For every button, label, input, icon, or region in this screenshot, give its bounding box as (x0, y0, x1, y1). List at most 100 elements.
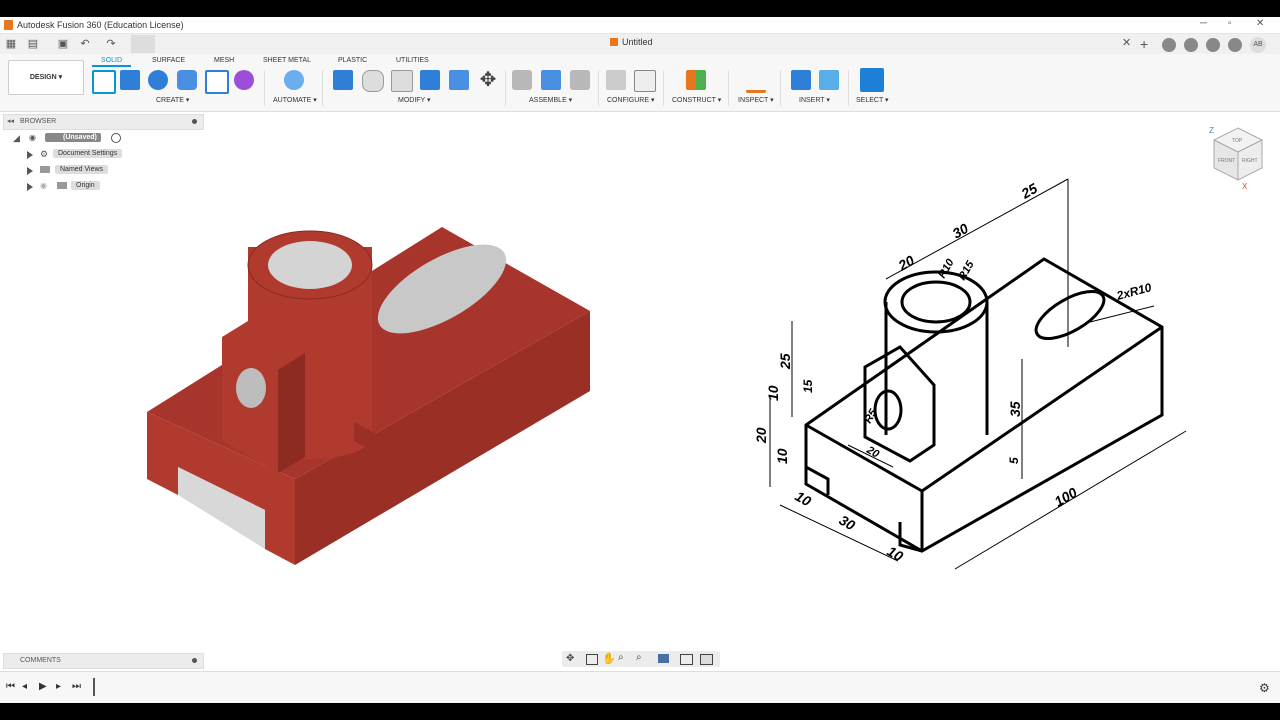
group-configure[interactable]: CONFIGURE ▾ (607, 96, 654, 104)
browser-root-row[interactable]: ◢ ◉ (Unsaved) (3, 132, 202, 146)
eye-icon[interactable]: ◉ (40, 181, 47, 190)
go-to-end-icon[interactable]: ⏭ (72, 681, 81, 692)
viewcube-front-label: FRONT (1218, 158, 1235, 164)
display-settings-icon[interactable] (658, 654, 669, 663)
create-sketch-icon[interactable] (92, 70, 116, 94)
expand-icon[interactable] (27, 151, 33, 159)
eye-icon[interactable]: ◉ (29, 133, 36, 142)
joint-icon[interactable] (512, 70, 532, 90)
automate-icon[interactable] (284, 70, 304, 90)
pin-icon[interactable] (192, 119, 197, 124)
fillet-icon[interactable] (362, 70, 384, 92)
design-workspace-button[interactable]: DESIGN ▾ (8, 60, 84, 95)
tab-mesh[interactable]: MESH (214, 57, 234, 64)
extensions-icon[interactable] (1162, 37, 1176, 52)
close-window-icon[interactable]: ✕ (1256, 18, 1264, 29)
tab-solid[interactable]: SOLID (92, 57, 132, 67)
redo-icon[interactable]: ↷ (104, 37, 118, 51)
group-create[interactable]: CREATE ▾ (156, 96, 189, 104)
separator (598, 70, 599, 106)
timeline-marker[interactable] (93, 678, 95, 696)
as-built-joint-icon[interactable] (570, 70, 590, 90)
insert-image-icon[interactable] (819, 70, 839, 90)
tab-surface[interactable]: SURFACE (152, 57, 185, 64)
browser-item-origin[interactable]: ◉ Origin (3, 180, 202, 194)
collapse-icon[interactable]: ◂◂ (7, 117, 14, 125)
group-select[interactable]: SELECT ▾ (856, 96, 889, 104)
folder-icon (40, 166, 50, 173)
revolve-icon[interactable] (148, 70, 168, 90)
dim-label: 20 (753, 427, 769, 444)
shell-icon[interactable] (420, 70, 440, 90)
help-icon[interactable] (1228, 37, 1242, 52)
close-tab-icon[interactable]: ✕ (1122, 36, 1131, 49)
avatar[interactable]: AB (1250, 36, 1266, 53)
group-modify[interactable]: MODIFY ▾ (398, 96, 431, 104)
chamfer-icon[interactable] (391, 70, 413, 92)
configure-icon[interactable] (606, 70, 626, 90)
browser-root[interactable]: (Unsaved) (45, 133, 101, 142)
expand-icon[interactable]: ◢ (13, 133, 20, 144)
job-status-icon[interactable] (1184, 37, 1198, 52)
step-back-icon[interactable]: ◂ (22, 681, 27, 692)
browser-header[interactable]: ◂◂ BROWSER (3, 114, 204, 130)
red-model[interactable] (147, 227, 590, 565)
group-automate[interactable]: AUTOMATE ▾ (273, 96, 317, 104)
document-tab[interactable]: Untitled (610, 37, 653, 47)
viewports-icon[interactable] (700, 654, 713, 665)
tab-plastic[interactable]: PLASTIC (338, 57, 367, 64)
group-assemble[interactable]: ASSEMBLE ▾ (529, 96, 572, 104)
viewcube-right-label: RIGHT (1242, 158, 1258, 164)
hole-icon[interactable] (177, 70, 197, 90)
construct-plane-icon[interactable] (686, 70, 706, 90)
add-comment-icon[interactable] (192, 658, 197, 663)
file-menu-icon[interactable]: ▤ (26, 37, 40, 51)
extrude-icon[interactable] (120, 70, 140, 90)
separator (780, 70, 781, 106)
activate-icon[interactable] (111, 133, 121, 143)
title-bar: Autodesk Fusion 360 (Education License) … (0, 17, 1280, 34)
undo-icon[interactable]: ↶ (78, 37, 92, 51)
expand-icon[interactable] (27, 167, 33, 175)
dim-label: 20 (895, 252, 918, 274)
new-component-icon[interactable] (541, 70, 561, 90)
zoom-icon[interactable]: ⌕ (618, 652, 624, 663)
notifications-icon[interactable] (1206, 37, 1220, 52)
group-inspect[interactable]: INSPECT ▾ (738, 96, 774, 104)
pattern-icon[interactable] (205, 70, 229, 94)
look-at-icon[interactable] (586, 654, 598, 665)
orbit-icon[interactable]: ✥ (566, 653, 574, 664)
browser-item-document-settings[interactable]: ⚙ Document Settings (3, 148, 202, 162)
select-icon[interactable] (860, 68, 884, 92)
combine-icon[interactable] (449, 70, 469, 90)
press-pull-icon[interactable] (333, 70, 353, 90)
home-tab[interactable] (131, 35, 155, 53)
form-icon[interactable] (234, 70, 254, 90)
maximize-icon[interactable]: ▫ (1228, 18, 1232, 29)
group-construct[interactable]: CONSTRUCT ▾ (672, 96, 721, 104)
comments-panel[interactable]: COMMENTS (3, 653, 204, 669)
go-to-start-icon[interactable]: ⏮ (6, 681, 15, 692)
expand-icon[interactable] (27, 183, 33, 191)
table-icon[interactable] (634, 70, 656, 92)
save-icon[interactable]: ▣ (56, 37, 70, 51)
tab-utilities[interactable]: UTILITIES (396, 57, 429, 64)
apps-grid-icon[interactable]: ▦ (4, 37, 18, 51)
timeline-settings-icon[interactable]: ⚙ (1259, 681, 1270, 695)
group-insert[interactable]: INSERT ▾ (799, 96, 830, 104)
tab-sheet-metal[interactable]: SHEET METAL (263, 57, 311, 64)
new-tab-icon[interactable]: + (1140, 36, 1148, 52)
step-forward-icon[interactable]: ▸ (56, 681, 61, 692)
timeline-bar: ⏮ ◂ ▶ ▸ ⏭ ⚙ (0, 671, 1280, 703)
fit-icon[interactable]: ⌕ (636, 652, 642, 663)
grid-icon[interactable] (680, 654, 693, 665)
move-icon[interactable]: ✥ (478, 70, 498, 90)
browser-item-named-views[interactable]: Named Views (3, 164, 202, 178)
minimize-icon[interactable]: ─ (1200, 18, 1207, 29)
pan-icon[interactable]: ✋ (602, 652, 616, 665)
play-icon[interactable]: ▶ (39, 681, 47, 692)
insert-derive-icon[interactable] (791, 70, 811, 90)
gear-icon: ⚙ (40, 149, 49, 159)
viewcube[interactable]: TOP FRONT RIGHT Z X (1209, 126, 1264, 191)
measure-icon[interactable] (746, 70, 766, 93)
